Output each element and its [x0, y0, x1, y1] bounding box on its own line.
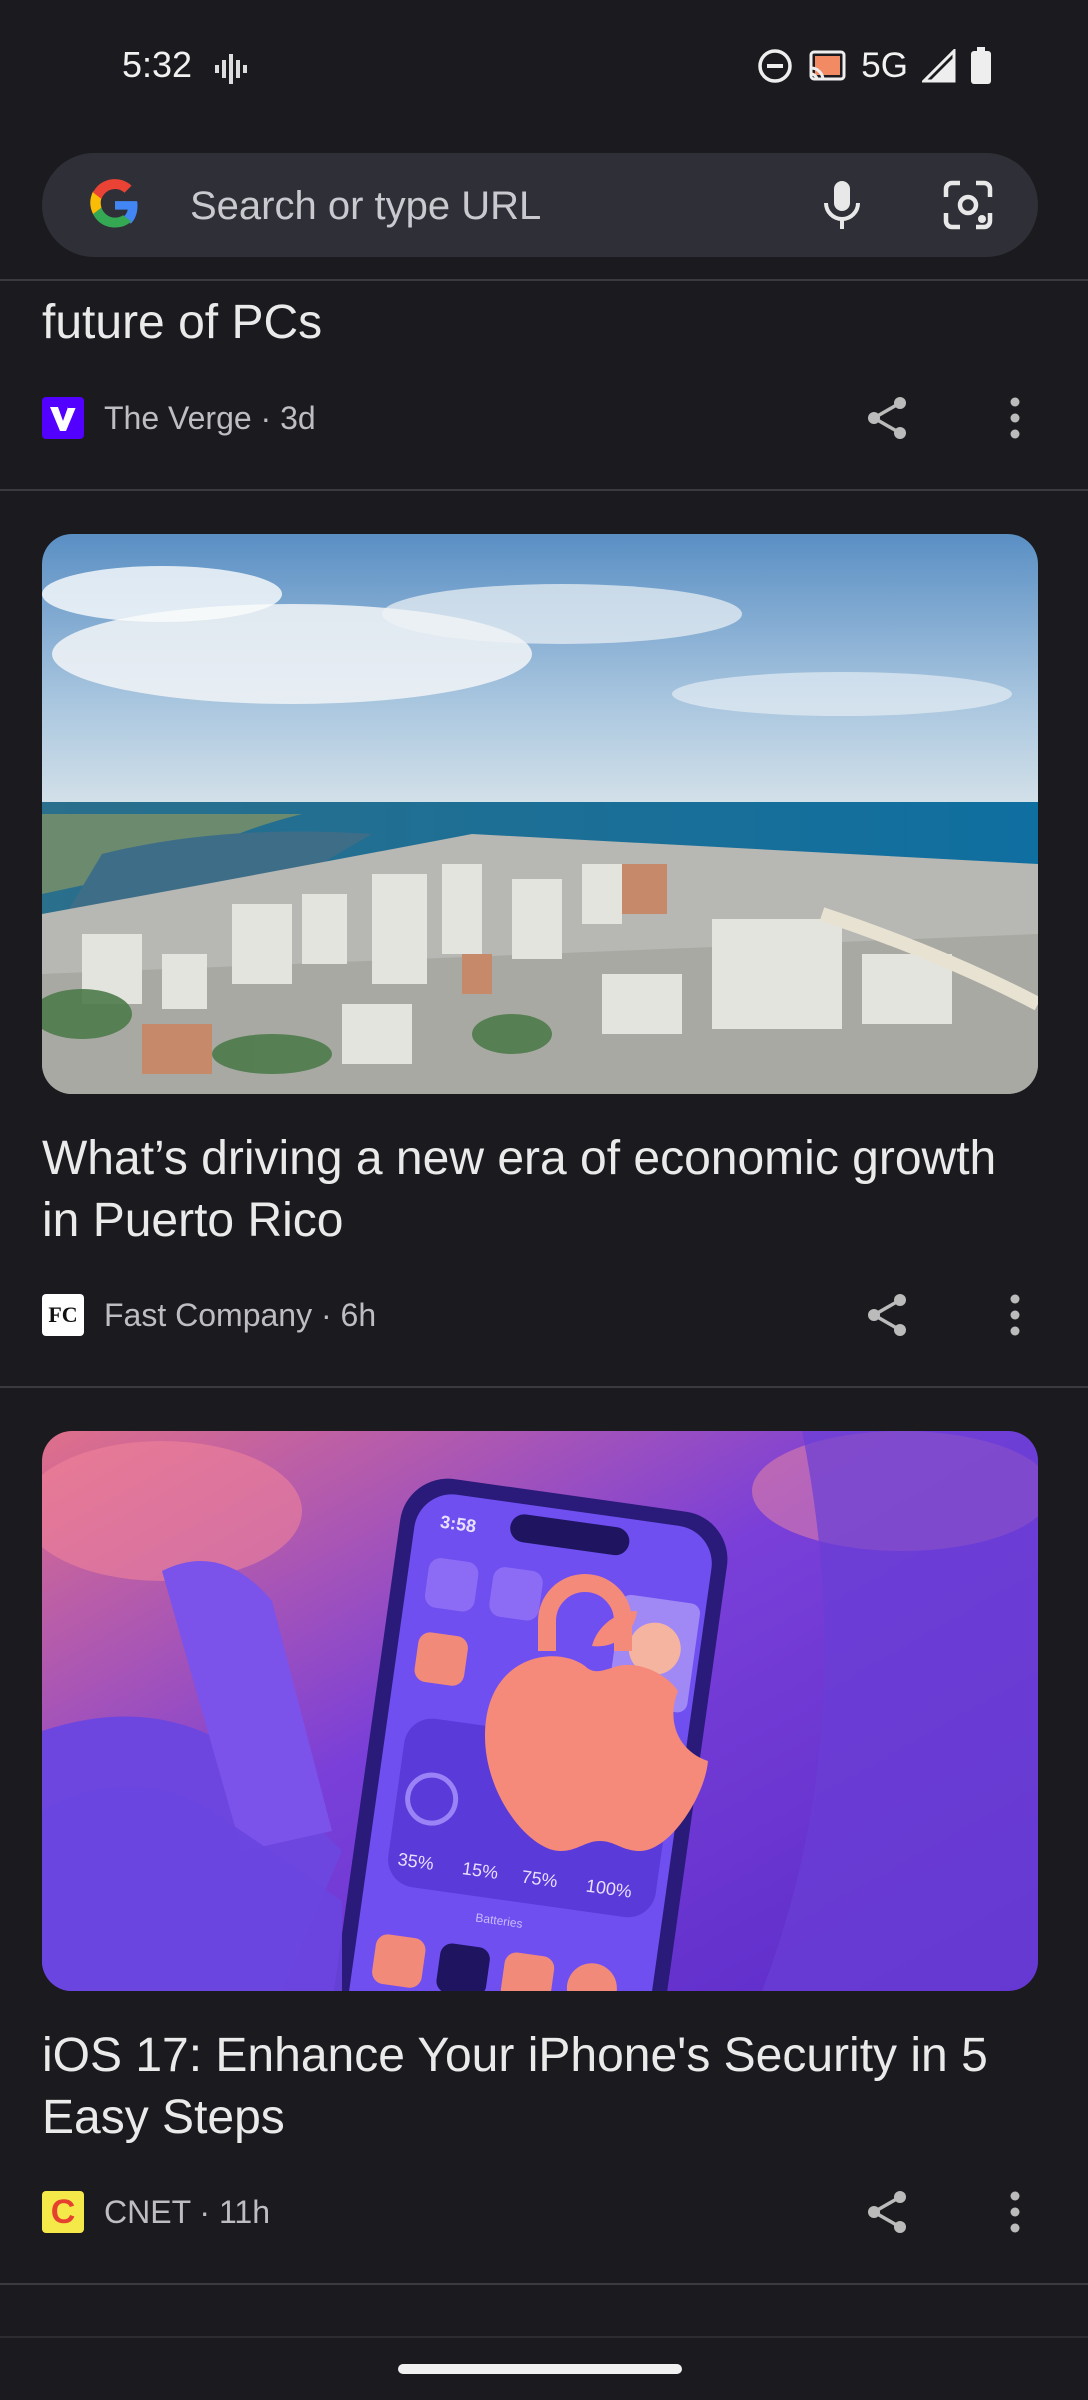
- article-title[interactable]: What’s driving a new era of economic gro…: [42, 1128, 1042, 1252]
- fast-company-logo-icon: FC: [42, 1294, 84, 1336]
- divider: [0, 279, 1088, 281]
- article-source: The Verge · 3d: [104, 399, 316, 436]
- cnet-logo-icon: C: [42, 2191, 84, 2233]
- share-icon[interactable]: [864, 2189, 910, 2235]
- share-icon[interactable]: [864, 1292, 910, 1338]
- status-bar: 5:32 5G: [0, 0, 1088, 130]
- divider: [0, 2283, 1088, 2285]
- camera-lens-icon[interactable]: [938, 175, 998, 235]
- more-options-icon[interactable]: [1000, 1292, 1030, 1338]
- home-gesture-bar[interactable]: [398, 2364, 682, 2374]
- vibrate-icon: [215, 54, 247, 84]
- divider: [0, 1386, 1088, 1388]
- article-meta: FC Fast Company · 6h: [42, 1293, 376, 1337]
- search-bar[interactable]: Search or type URL: [42, 153, 1038, 257]
- search-input[interactable]: Search or type URL: [190, 184, 541, 229]
- do-not-disturb-icon: [758, 49, 793, 83]
- more-options-icon[interactable]: [1000, 2189, 1030, 2235]
- google-logo-icon: [90, 179, 138, 228]
- share-icon[interactable]: [864, 395, 910, 441]
- article-meta: C CNET · 11h: [42, 2190, 270, 2234]
- article-title[interactable]: iOS 17: Enhance Your iPhone's Security i…: [42, 2025, 1042, 2149]
- article-source: CNET · 11h: [104, 2193, 270, 2230]
- article-image-iphone-security[interactable]: 3:58 35% 15% 75% 100% Batteries: [42, 1431, 1038, 1991]
- article-image-puerto-rico[interactable]: [42, 534, 1038, 1094]
- article-source: Fast Company · 6h: [104, 1296, 377, 1333]
- status-time: 5:32: [122, 44, 193, 85]
- network-type: 5G: [861, 46, 908, 85]
- microphone-icon[interactable]: [812, 175, 872, 235]
- article-title[interactable]: future of PCs: [42, 292, 1042, 354]
- iphone-security-illustration: 3:58 35% 15% 75% 100% Batteries: [42, 1431, 1038, 1991]
- cast-icon: [809, 50, 846, 81]
- battery-icon: [971, 47, 991, 84]
- article-meta: The Verge · 3d: [42, 396, 316, 440]
- signal-icon: [922, 49, 956, 83]
- the-verge-logo-icon: [42, 397, 84, 439]
- divider: [0, 489, 1088, 491]
- puerto-rico-city-photo: [42, 534, 1038, 1094]
- divider: [0, 2336, 1088, 2338]
- more-options-icon[interactable]: [1000, 395, 1030, 441]
